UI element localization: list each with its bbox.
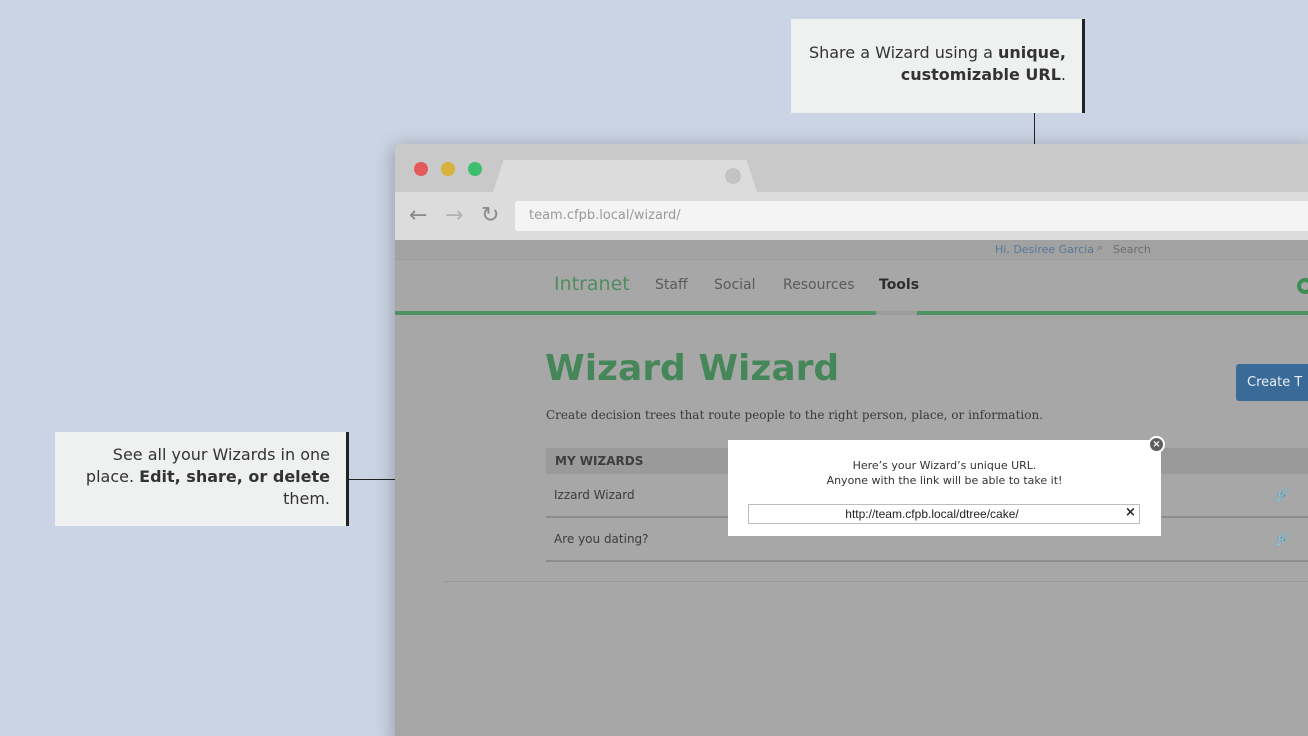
- user-bar: Hi, Desiree Garcia ⌕ Search: [395, 240, 1308, 260]
- close-window-icon[interactable]: [414, 162, 428, 176]
- callout-bold: Edit, share, or delete: [139, 467, 330, 486]
- create-wizard-button[interactable]: Create T: [1236, 364, 1308, 401]
- browser-titlebar: [395, 144, 1308, 192]
- minimize-window-icon[interactable]: [441, 162, 455, 176]
- clear-icon[interactable]: ×: [1125, 505, 1136, 520]
- logo-icon: [1297, 278, 1308, 294]
- callout-share-url: Share a Wizard using a unique, customiza…: [791, 19, 1085, 113]
- link-icon[interactable]: 🔗: [1274, 532, 1289, 546]
- callout-tail: .: [1060, 65, 1066, 84]
- nav-item-tools[interactable]: Tools: [879, 277, 919, 293]
- page-title: Wizard Wizard: [545, 348, 840, 389]
- tab-close-icon[interactable]: [725, 168, 741, 184]
- callout-tail: them.: [283, 489, 330, 508]
- browser-tab[interactable]: [493, 160, 757, 192]
- modal-message: Here’s your Wizard’s unique URL.: [852, 459, 1037, 472]
- page-subtitle: Create decision trees that route people …: [546, 408, 1044, 422]
- user-greeting-link[interactable]: Hi, Desiree Garcia: [995, 243, 1094, 256]
- callout-my-wizards: See all your Wizards in one place. Edit,…: [55, 432, 349, 526]
- share-url-field[interactable]: http://team.cfpb.local/dtree/cake/: [748, 504, 1140, 524]
- wizard-name[interactable]: Izzard Wizard: [554, 488, 635, 502]
- browser-toolbar: ← → ↻ team.cfpb.local/wizard/: [395, 192, 1308, 240]
- main-nav: Intranet Staff Social Resources Tools: [395, 261, 1308, 315]
- nav-active-indicator: [876, 311, 917, 315]
- modal-message-secondary: Anyone with the link will be able to tak…: [826, 474, 1063, 487]
- search-input[interactable]: Search: [1113, 243, 1151, 256]
- callout-text: Share a Wizard using a: [808, 43, 998, 62]
- address-bar[interactable]: team.cfpb.local/wizard/: [515, 201, 1308, 231]
- close-icon[interactable]: ×: [1148, 436, 1165, 453]
- divider: [443, 581, 1308, 582]
- forward-arrow-icon[interactable]: →: [445, 204, 463, 228]
- search-icon: ⌕: [1097, 242, 1104, 254]
- back-arrow-icon[interactable]: ←: [409, 204, 427, 228]
- maximize-window-icon[interactable]: [468, 162, 482, 176]
- reload-icon[interactable]: ↻: [481, 204, 499, 228]
- share-url-modal: Here’s your Wizard’s unique URL. Anyone …: [728, 440, 1161, 536]
- nav-item-staff[interactable]: Staff: [655, 277, 688, 293]
- nav-item-resources[interactable]: Resources: [783, 277, 855, 293]
- wizard-name[interactable]: Are you dating?: [554, 532, 649, 546]
- nav-brand-intranet[interactable]: Intranet: [554, 273, 630, 295]
- nav-item-social[interactable]: Social: [714, 277, 756, 293]
- link-icon[interactable]: 🔗: [1274, 488, 1289, 502]
